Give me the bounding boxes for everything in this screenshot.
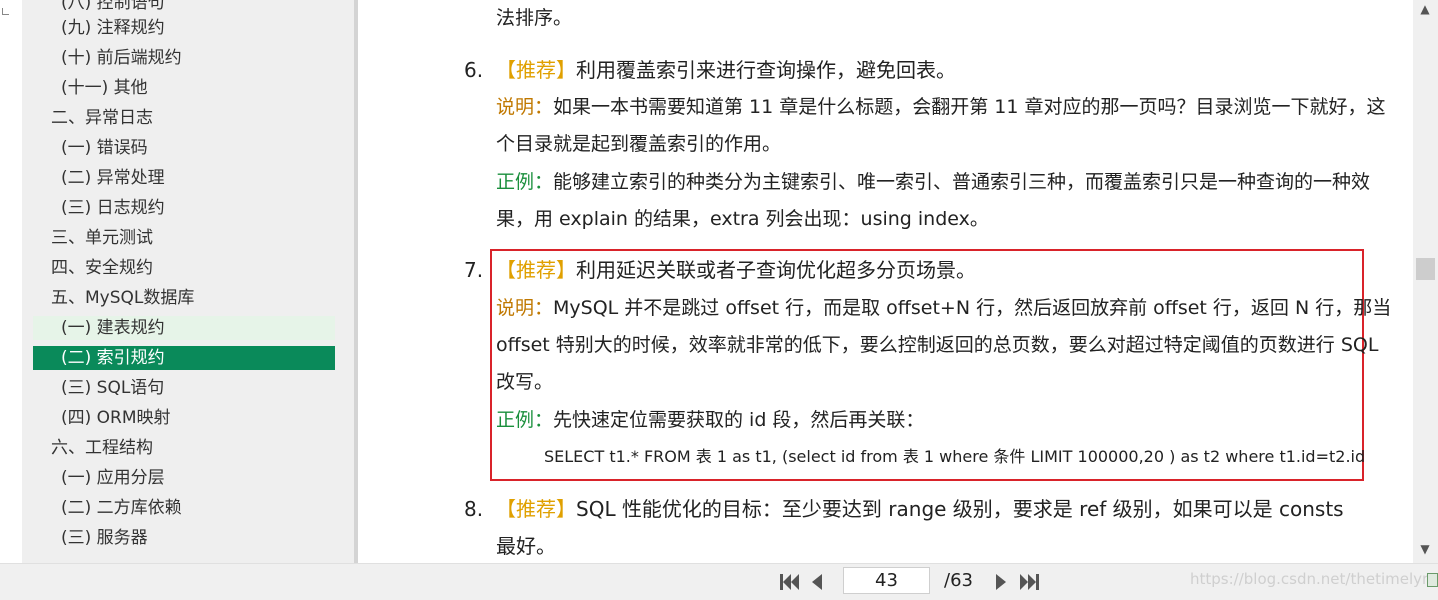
outline-item-error-codes[interactable]: (一) 错误码 <box>33 136 335 160</box>
item-7-note-line-2: offset 特别大的时候，效率就非常的低下，要么控制返回的总页数，要么对超过特… <box>496 334 1379 356</box>
item-8-title-1: SQL 性能优化的目标：至少要达到 range 级别，要求是 ref 级别，如果… <box>576 497 1344 521</box>
collapse-marker-icon[interactable] <box>2 8 9 15</box>
item-6-example-line-1: 正例：能够建立索引的种类分为主键索引、唯一索引、普通索引三种，而覆盖索引只是一种… <box>496 169 1370 195</box>
outline-sidebar: (八) 控制语句 (九) 注释规约 (十) 前后端规约 (十一) 其他 二、异常… <box>22 0 354 563</box>
outline-item-comment-rules[interactable]: (九) 注释规约 <box>33 16 335 40</box>
resize-grip-icon[interactable] <box>1427 573 1438 587</box>
page-total-label: /63 <box>944 570 973 591</box>
outline-item-project-structure[interactable]: 六、工程结构 <box>33 436 335 460</box>
watermark-text: https://blog.csdn.net/thetimelyrain <box>1190 570 1438 588</box>
outline-item-mysql-database[interactable]: 五、MySQL数据库 <box>33 286 335 310</box>
outline-item-orm-mapping[interactable]: (四) ORM映射 <box>33 406 335 430</box>
item-6-note-text-1: 如果一本书需要知道第 11 章是什么标题，会翻开第 11 章对应的那一页吗？目录… <box>553 96 1386 118</box>
item-8-number: 8. <box>464 497 484 521</box>
item-8-title-line-2: 最好。 <box>496 534 556 558</box>
item-7-tag: 【推荐】 <box>496 258 576 282</box>
item-7-example-text-1: 先快速定位需要获取的 id 段，然后再关联： <box>553 409 925 431</box>
outline-item-app-layering[interactable]: (一) 应用分层 <box>33 466 335 490</box>
last-page-icon[interactable] <box>1018 572 1040 592</box>
outline-item-exception-handling[interactable]: (二) 异常处理 <box>33 166 335 190</box>
scroll-down-arrow-icon[interactable]: ▼ <box>1417 542 1433 556</box>
item-6-number: 6. <box>464 58 484 82</box>
item-7-number: 7. <box>464 258 484 282</box>
item-7-note-label: 说明： <box>496 297 554 319</box>
outline-item-security-rules[interactable]: 四、安全规约 <box>33 256 335 280</box>
previous-item-tail: 法排序。 <box>496 7 573 29</box>
item-6-note-label: 说明： <box>496 96 554 118</box>
item-7-title: 利用延迟关联或者子查询优化超多分页场景。 <box>576 258 976 282</box>
item-6-note-line-2: 个目录就是起到覆盖索引的作用。 <box>496 133 782 155</box>
item-8-tag: 【推荐】 <box>496 497 576 521</box>
outline-item-second-party-deps[interactable]: (二) 二方库依赖 <box>33 496 335 520</box>
item-7-note-line-1: 说明：MySQL 并不是跳过 offset 行，而是取 offset+N 行，然… <box>496 295 1391 321</box>
item-7-sql-example: SELECT t1.* FROM 表 1 as t1, (select id f… <box>544 447 1366 466</box>
previous-page-icon[interactable] <box>809 572 825 592</box>
item-7-example-line-1: 正例：先快速定位需要获取的 id 段，然后再关联： <box>496 407 924 433</box>
item-6-example-label: 正例： <box>496 171 554 193</box>
vertical-scrollbar[interactable] <box>1413 0 1438 563</box>
item-6-note-line-1: 说明：如果一本书需要知道第 11 章是什么标题，会翻开第 11 章对应的那一页吗… <box>496 94 1386 120</box>
item-6-example-text-1: 能够建立索引的种类分为主键索引、唯一索引、普通索引三种，而覆盖索引只是一种查询的… <box>553 171 1371 193</box>
first-page-icon[interactable] <box>779 572 801 592</box>
outline-item-others[interactable]: (十一) 其他 <box>33 76 335 100</box>
item-6-heading: 【推荐】利用覆盖索引来进行查询操作，避免回表。 <box>496 57 956 83</box>
page-number-input[interactable]: 43 <box>843 567 930 594</box>
document-page: 法排序。 6. 【推荐】利用覆盖索引来进行查询操作，避免回表。 说明：如果一本书… <box>358 0 1413 563</box>
item-7-example-label: 正例： <box>496 409 554 431</box>
outline-item-table-rules[interactable]: (一) 建表规约 <box>33 316 335 340</box>
outline-item-exception-logs[interactable]: 二、异常日志 <box>33 106 335 130</box>
scrollbar-thumb[interactable] <box>1416 258 1435 280</box>
outline-item-unit-testing[interactable]: 三、单元测试 <box>33 226 335 250</box>
item-7-note-text-1: MySQL 并不是跳过 offset 行，而是取 offset+N 行，然后返回… <box>553 297 1392 319</box>
item-6-tag: 【推荐】 <box>496 58 576 82</box>
item-7-note-line-3: 改写。 <box>496 371 554 393</box>
outline-item-index-rules[interactable]: (二) 索引规约 <box>33 346 335 370</box>
item-6-example-line-2: 果，用 explain 的结果，extra 列会出现：using index。 <box>496 208 989 230</box>
outline-item-control-statements[interactable]: (八) 控制语句 <box>33 0 335 15</box>
outline-item-servers[interactable]: (三) 服务器 <box>33 526 335 550</box>
item-7-heading: 【推荐】利用延迟关联或者子查询优化超多分页场景。 <box>496 257 976 283</box>
next-page-icon[interactable] <box>993 572 1009 592</box>
outline-item-log-rules[interactable]: (三) 日志规约 <box>33 196 335 220</box>
item-8-heading: 【推荐】SQL 性能优化的目标：至少要达到 range 级别，要求是 ref 级… <box>496 496 1344 522</box>
scroll-up-arrow-icon[interactable]: ▲ <box>1417 2 1433 16</box>
left-edge-strip <box>0 0 22 563</box>
item-6-title: 利用覆盖索引来进行查询操作，避免回表。 <box>576 58 956 82</box>
outline-item-sql-statements[interactable]: (三) SQL语句 <box>33 376 335 400</box>
outline-item-frontend-backend-rules[interactable]: (十) 前后端规约 <box>33 46 335 70</box>
